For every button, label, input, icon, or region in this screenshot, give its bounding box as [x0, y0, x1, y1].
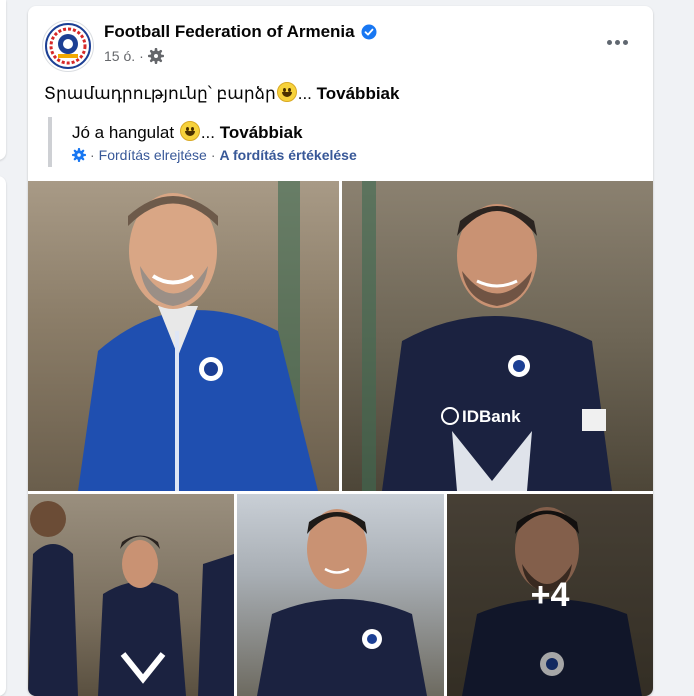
- gear-icon: [72, 148, 86, 162]
- verified-badge-icon: [361, 24, 377, 40]
- translation-separator: ·: [90, 147, 95, 163]
- ffa-logo: [45, 23, 91, 69]
- see-more-link[interactable]: Továbbiak: [317, 84, 400, 103]
- translated-text-ellipsis: ...: [200, 123, 215, 142]
- photo-young-player: [257, 509, 427, 696]
- post-text-body: Տրամադրությունը՝ բարձր: [44, 84, 276, 103]
- previous-card-edge: [0, 0, 6, 160]
- post-timestamp[interactable]: 15 ó.: [104, 48, 135, 64]
- translation-links: · Fordítás elrejtése · A fordítás értéke…: [72, 147, 357, 163]
- translation-separator: ·: [210, 147, 216, 163]
- translation-block: Jó a hangulat ... Továbbiak · Fordítás e…: [48, 117, 357, 167]
- meta-separator: ·: [139, 48, 144, 64]
- translated-text: Jó a hangulat ... Továbbiak: [72, 121, 357, 143]
- page-name-link[interactable]: Football Federation of Armenia: [104, 22, 355, 42]
- post-photo-2[interactable]: IDBank: [342, 181, 653, 491]
- post-photo-1[interactable]: [28, 181, 339, 491]
- post-photo-3[interactable]: [28, 494, 234, 696]
- page-avatar[interactable]: [42, 20, 94, 72]
- more-photos-count: +4: [530, 575, 570, 614]
- post-photo-4[interactable]: [237, 494, 444, 696]
- grinning-emoji-icon: [179, 121, 200, 141]
- svg-text:IDBank: IDBank: [462, 407, 521, 426]
- post-text-ellipsis: ...: [297, 84, 312, 103]
- translated-text-body: Jó a hangulat: [72, 123, 175, 142]
- rate-translation-link[interactable]: A fordítás értékelése: [220, 147, 357, 163]
- hide-translation-link[interactable]: Fordítás elrejtése: [99, 147, 207, 163]
- page-name-row: Football Federation of Armenia: [104, 22, 377, 42]
- more-photos-overlay[interactable]: +4: [447, 494, 653, 696]
- photo-coach: [78, 181, 318, 491]
- more-options-icon[interactable]: [599, 30, 635, 54]
- grinning-emoji-icon: [276, 82, 297, 102]
- photo-players-group: [28, 501, 234, 696]
- post-photo-5[interactable]: +4: [447, 494, 653, 696]
- translation-see-more-link[interactable]: Továbbiak: [220, 123, 303, 142]
- post-card: Football Federation of Armenia 15 ó. · Տ…: [28, 6, 653, 696]
- photo-player-idbank: IDBank: [362, 181, 612, 491]
- post-text: Տրամադրությունը՝ բարձր... Továbbiak: [44, 82, 399, 104]
- post-meta: 15 ó. ·: [104, 48, 164, 64]
- adjacent-card-edge: [0, 176, 6, 696]
- gear-icon[interactable]: [147, 48, 164, 64]
